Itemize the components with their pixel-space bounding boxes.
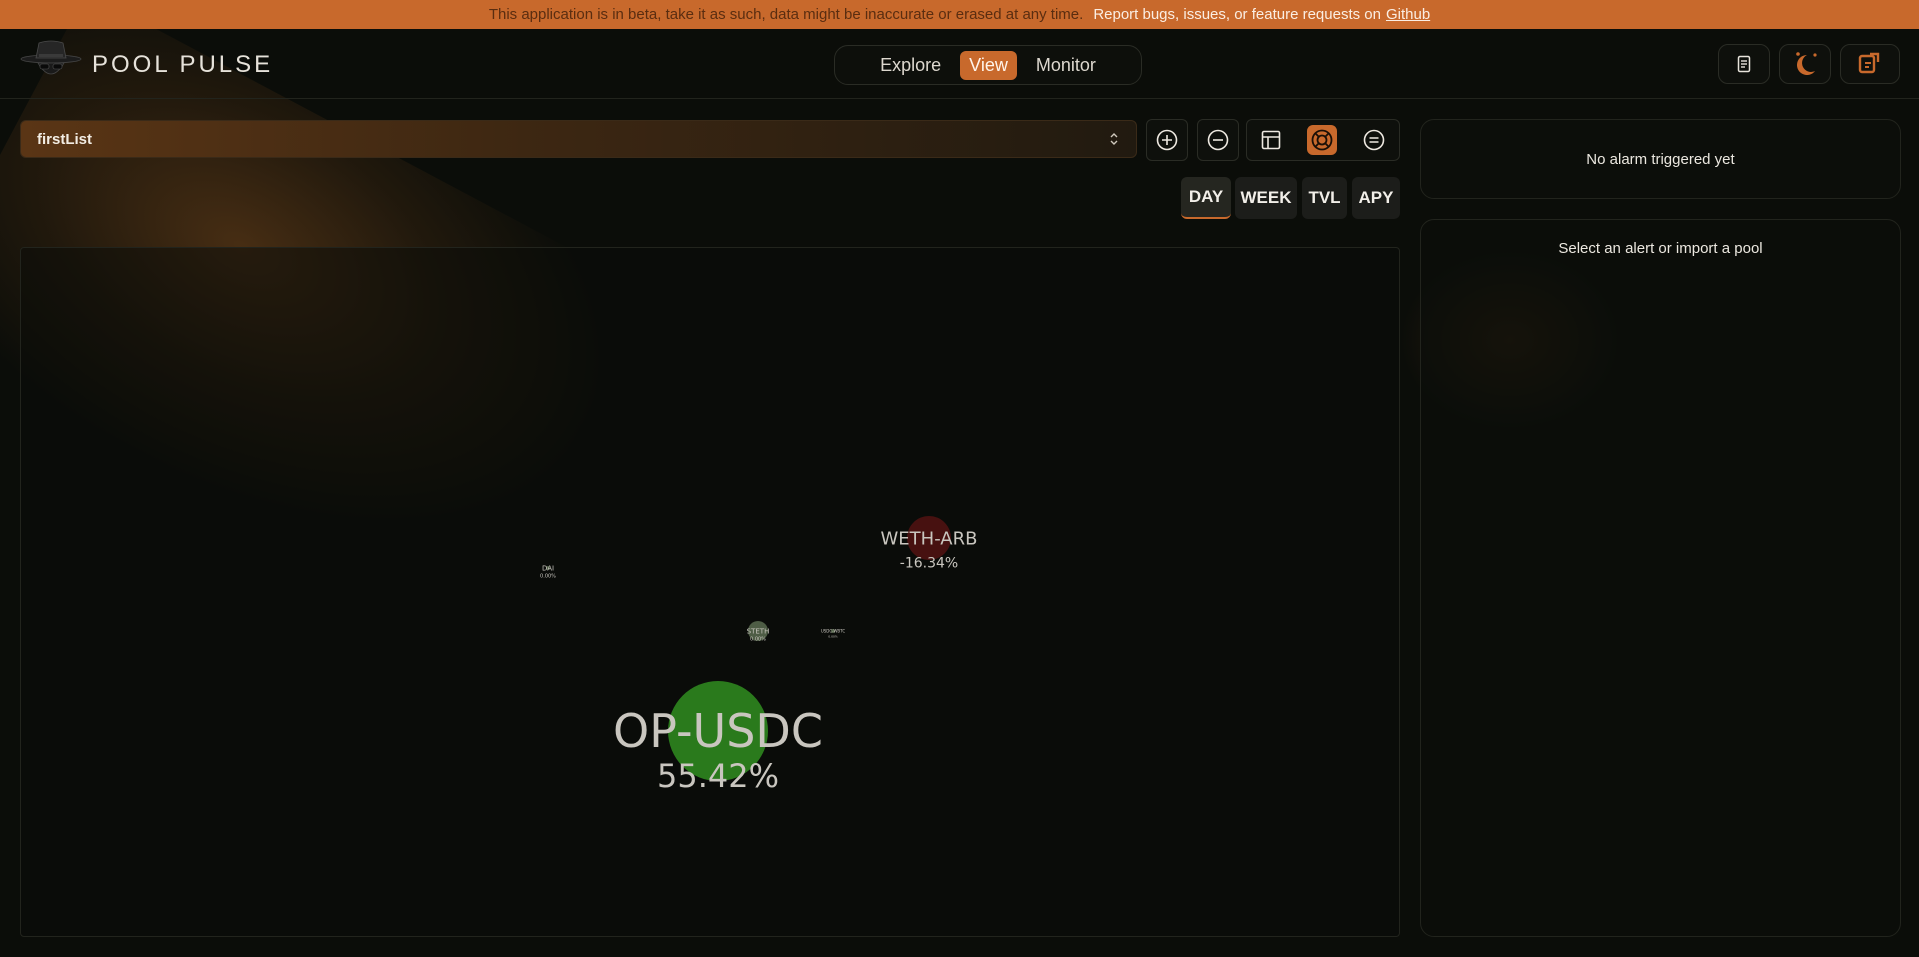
beta-banner: This application is in beta, take it as …	[0, 0, 1919, 29]
bubble-label-usdc-wbtc: USDC-WBTC	[821, 628, 846, 633]
timeframe-apy[interactable]: APY	[1352, 177, 1400, 219]
nav-view[interactable]: View	[960, 50, 1017, 80]
detail-empty-text: Select an alert or import a pool	[1558, 240, 1763, 257]
plus-circle-icon	[1156, 129, 1178, 151]
list-select[interactable]: firstList	[20, 120, 1137, 158]
lifebuoy-icon	[1311, 129, 1333, 151]
timeframe-week[interactable]: WEEK	[1235, 177, 1297, 219]
logo-icon[interactable]	[20, 37, 82, 87]
theme-toggle-button[interactable]	[1779, 44, 1831, 84]
report-text: Report bugs, issues, or feature requests…	[1093, 6, 1381, 23]
main-nav: Explore View Monitor	[834, 45, 1142, 85]
bubble-label-weth-arb: WETH-ARB	[881, 528, 978, 549]
timeframe-tvl[interactable]: TVL	[1302, 177, 1347, 219]
swap-button[interactable]	[1840, 44, 1900, 84]
bubble-chart[interactable]: OP-USDC 55.42% WETH-ARB -16.34% DAI 0.00% STET…	[20, 247, 1400, 937]
alarms-panel: No alarm triggered yet	[1420, 119, 1901, 199]
bubble-dai[interactable]: DAI0.00%	[540, 564, 556, 579]
bubble-view-button[interactable]	[1306, 125, 1337, 155]
nav-monitor[interactable]: Monitor	[1027, 51, 1105, 80]
view-mode-group	[1246, 119, 1400, 161]
bubble-usdc-wbtc[interactable]: USDC-WBTC0.00%	[821, 628, 846, 638]
beta-notice: This application is in beta, take it as …	[488, 6, 1084, 23]
bubble-value-steth: 0.00%	[750, 636, 766, 642]
timeframe-day[interactable]: DAY	[1181, 177, 1231, 219]
minus-circle-icon	[1207, 129, 1229, 151]
swap-icon	[1858, 52, 1880, 74]
table-layout-icon[interactable]	[1260, 129, 1282, 151]
github-link[interactable]: Github	[1386, 6, 1430, 23]
bubble-label-op-usdc: OP-USDC	[613, 704, 823, 758]
bubble-value-weth-arb: -16.34%	[900, 555, 958, 571]
bubble-weth-arb[interactable]: WETH-ARB -16.34%	[881, 516, 978, 571]
chevron-updown-icon	[1110, 133, 1118, 145]
header: POOL PULSE Explore View Monitor	[0, 29, 1919, 99]
bubble-label-steth: STETH	[747, 627, 770, 635]
app-title: POOL PULSE	[92, 51, 274, 78]
bubble-value-op-usdc: 55.42%	[657, 757, 779, 795]
moon-icon	[1796, 52, 1817, 75]
bubble-steth[interactable]: STETH0.00%	[747, 621, 770, 642]
document-icon	[1737, 55, 1751, 73]
equal-circle-icon[interactable]	[1362, 128, 1386, 152]
alarms-empty-text: No alarm triggered yet	[1586, 150, 1735, 168]
bubble-value-dai: 0.00%	[540, 573, 556, 579]
bubble-value-usdc-wbtc: 0.00%	[828, 634, 838, 638]
zoom-in-button[interactable]	[1146, 119, 1188, 161]
zoom-out-button[interactable]	[1197, 119, 1239, 161]
docs-button[interactable]	[1718, 44, 1770, 84]
list-select-value: firstList	[37, 130, 93, 148]
bubble-label-dai: DAI	[542, 564, 554, 572]
pool-detail-panel: Select an alert or import a pool	[1420, 219, 1901, 937]
nav-explore[interactable]: Explore	[871, 51, 950, 80]
bubble-op-usdc[interactable]: OP-USDC55.42%	[613, 681, 823, 795]
